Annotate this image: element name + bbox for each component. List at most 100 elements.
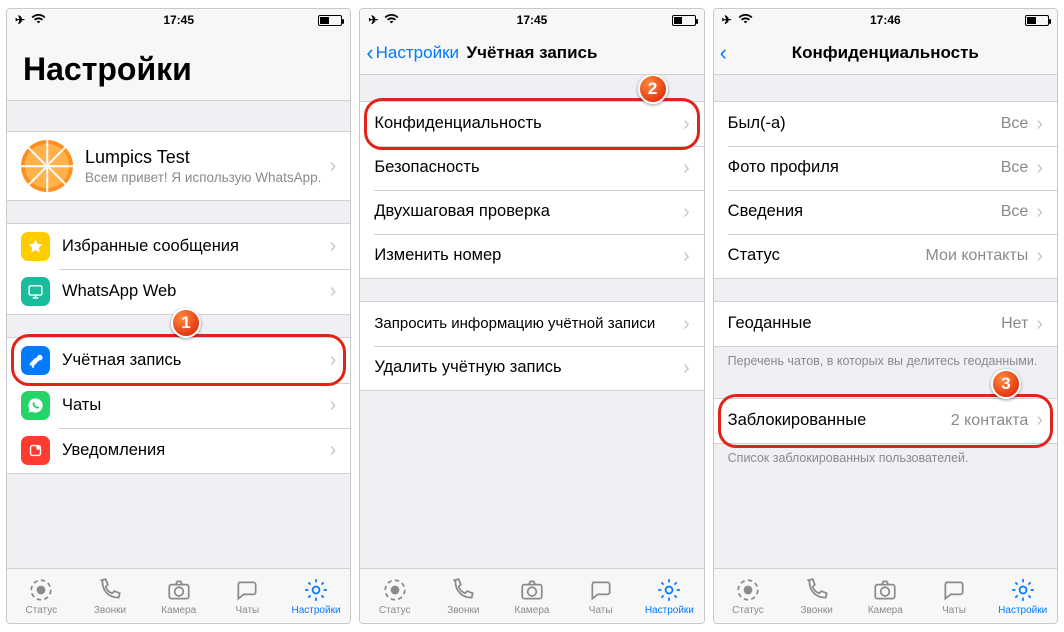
back-button[interactable]: ‹ — [720, 31, 729, 74]
clock: 17:46 — [714, 13, 1057, 27]
tutorial-three-screens: ✈︎ 17:45 Настройки — [0, 0, 1064, 632]
tab-label: Чаты — [942, 605, 966, 616]
chats-icon — [234, 577, 260, 603]
tab-label: Камера — [515, 605, 550, 616]
blocked-cell[interactable]: Заблокированные 2 контакта › — [714, 399, 1057, 443]
group-blocked: Заблокированные 2 контакта › 3 — [714, 398, 1057, 444]
cell-label: Конфиденциальность — [374, 114, 675, 134]
gear-icon — [1010, 577, 1036, 603]
footer-note: Список заблокированных пользователей. — [714, 444, 1057, 467]
phone-account: ✈︎ 17:45 ‹ Настройки Учётная запись Конф… — [359, 8, 704, 624]
status-bar: ✈︎ 17:45 — [7, 9, 350, 31]
chevron-left-icon: ‹ — [720, 42, 727, 64]
chats-icon — [588, 577, 614, 603]
whatsapp-icon — [21, 391, 50, 420]
tab-settings[interactable]: Настройки — [635, 569, 704, 623]
profile-cell[interactable]: Lumpics Test Всем привет! Я использую Wh… — [7, 132, 350, 200]
status-privacy-cell[interactable]: Статус Мои контакты › — [714, 234, 1057, 278]
chevron-right-icon: › — [330, 235, 337, 258]
chevron-right-icon: › — [1036, 245, 1043, 268]
tab-label: Настройки — [292, 605, 341, 616]
page-title: Учётная запись — [467, 43, 598, 63]
tab-label: Статус — [379, 605, 411, 616]
delete-account-cell[interactable]: Удалить учётную запись › — [360, 346, 703, 390]
tab-label: Камера — [868, 605, 903, 616]
two-step-cell[interactable]: Двухшаговая проверка › — [360, 190, 703, 234]
cell-value: 2 контакта — [951, 412, 1029, 430]
cell-label: Двухшаговая проверка — [374, 202, 675, 222]
profile-group: Lumpics Test Всем привет! Я использую Wh… — [7, 131, 350, 201]
camera-icon — [166, 577, 192, 603]
last-seen-cell[interactable]: Был(-а) Все › — [714, 102, 1057, 146]
chevron-right-icon: › — [1036, 409, 1043, 432]
clock: 17:45 — [7, 13, 350, 27]
tab-chats[interactable]: Чаты — [566, 569, 635, 623]
chats-cell[interactable]: Чаты › — [7, 383, 350, 428]
tab-label: Чаты — [589, 605, 613, 616]
tab-camera[interactable]: Камера — [851, 569, 920, 623]
tab-settings[interactable]: Настройки — [282, 569, 351, 623]
chevron-right-icon: › — [330, 280, 337, 303]
cell-label: Сведения — [728, 202, 995, 222]
change-number-cell[interactable]: Изменить номер › — [360, 234, 703, 278]
tab-status[interactable]: Статус — [360, 569, 429, 623]
camera-icon — [872, 577, 898, 603]
footer-note: Перечень чатов, в которых вы делитесь ге… — [714, 347, 1057, 370]
back-label: Настройки — [376, 43, 459, 63]
tab-calls[interactable]: Звонки — [76, 569, 145, 623]
page-title: Настройки — [7, 31, 350, 101]
privacy-list: Был(-а) Все › Фото профиля Все › Сведени… — [714, 75, 1057, 568]
chevron-right-icon: › — [330, 439, 337, 462]
step-badge: 3 — [991, 369, 1021, 399]
tab-label: Камера — [161, 605, 196, 616]
about-cell[interactable]: Сведения Все › — [714, 190, 1057, 234]
tab-chats[interactable]: Чаты — [920, 569, 989, 623]
chevron-right-icon: › — [683, 245, 690, 268]
nav-header: ‹ Конфиденциальность — [714, 31, 1057, 75]
settings-list: Lumpics Test Всем привет! Я использую Wh… — [7, 101, 350, 568]
back-button[interactable]: ‹ Настройки — [366, 31, 459, 74]
cell-label: Уведомления — [62, 441, 322, 461]
tab-label: Звонки — [447, 605, 479, 616]
tab-label: Настройки — [645, 605, 694, 616]
starred-messages-cell[interactable]: Избранные сообщения › — [7, 224, 350, 269]
tab-calls[interactable]: Звонки — [429, 569, 498, 623]
cell-label: Удалить учётную запись — [374, 358, 675, 378]
tab-calls[interactable]: Звонки — [782, 569, 851, 623]
clock: 17:45 — [360, 13, 703, 27]
page-title: Конфиденциальность — [792, 43, 979, 63]
security-cell[interactable]: Безопасность › — [360, 146, 703, 190]
tab-status[interactable]: Статус — [714, 569, 783, 623]
battery-icon — [318, 15, 342, 26]
tab-status[interactable]: Статус — [7, 569, 76, 623]
step-badge: 2 — [638, 75, 668, 104]
gear-icon — [303, 577, 329, 603]
cell-label: Фото профиля — [728, 158, 995, 178]
live-location-cell[interactable]: Геоданные Нет › — [714, 302, 1057, 346]
tab-label: Звонки — [94, 605, 126, 616]
chevron-right-icon: › — [683, 357, 690, 380]
tab-camera[interactable]: Камера — [144, 569, 213, 623]
account-cell[interactable]: Учётная запись › — [7, 338, 350, 383]
tab-camera[interactable]: Камера — [498, 569, 567, 623]
cell-value: Все — [1001, 159, 1029, 177]
whatsapp-web-cell[interactable]: WhatsApp Web › — [7, 269, 350, 314]
profile-photo-cell[interactable]: Фото профиля Все › — [714, 146, 1057, 190]
step-badge: 1 — [171, 308, 201, 338]
tab-settings[interactable]: Настройки — [988, 569, 1057, 623]
notifications-cell[interactable]: Уведомления › — [7, 428, 350, 473]
group-live-location: Геоданные Нет › — [714, 301, 1057, 347]
chevron-right-icon: › — [1036, 113, 1043, 136]
phone-privacy: ✈︎ 17:46 ‹ Конфиденциальность Был(-а) Вс… — [713, 8, 1058, 624]
chevron-right-icon: › — [683, 313, 690, 336]
tab-chats[interactable]: Чаты — [213, 569, 282, 623]
status-bar: ✈︎ 17:45 — [360, 9, 703, 31]
group-account-etc: Учётная запись › Чаты › Уведомления › — [7, 337, 350, 474]
privacy-cell[interactable]: Конфиденциальность › — [360, 102, 703, 146]
chevron-left-icon: ‹ — [366, 42, 373, 64]
battery-icon — [672, 15, 696, 26]
request-info-cell[interactable]: Запросить информацию учётной записи › — [360, 302, 703, 346]
battery-icon — [1025, 15, 1049, 26]
cell-label: Заблокированные — [728, 411, 945, 431]
chevron-right-icon: › — [330, 155, 337, 178]
